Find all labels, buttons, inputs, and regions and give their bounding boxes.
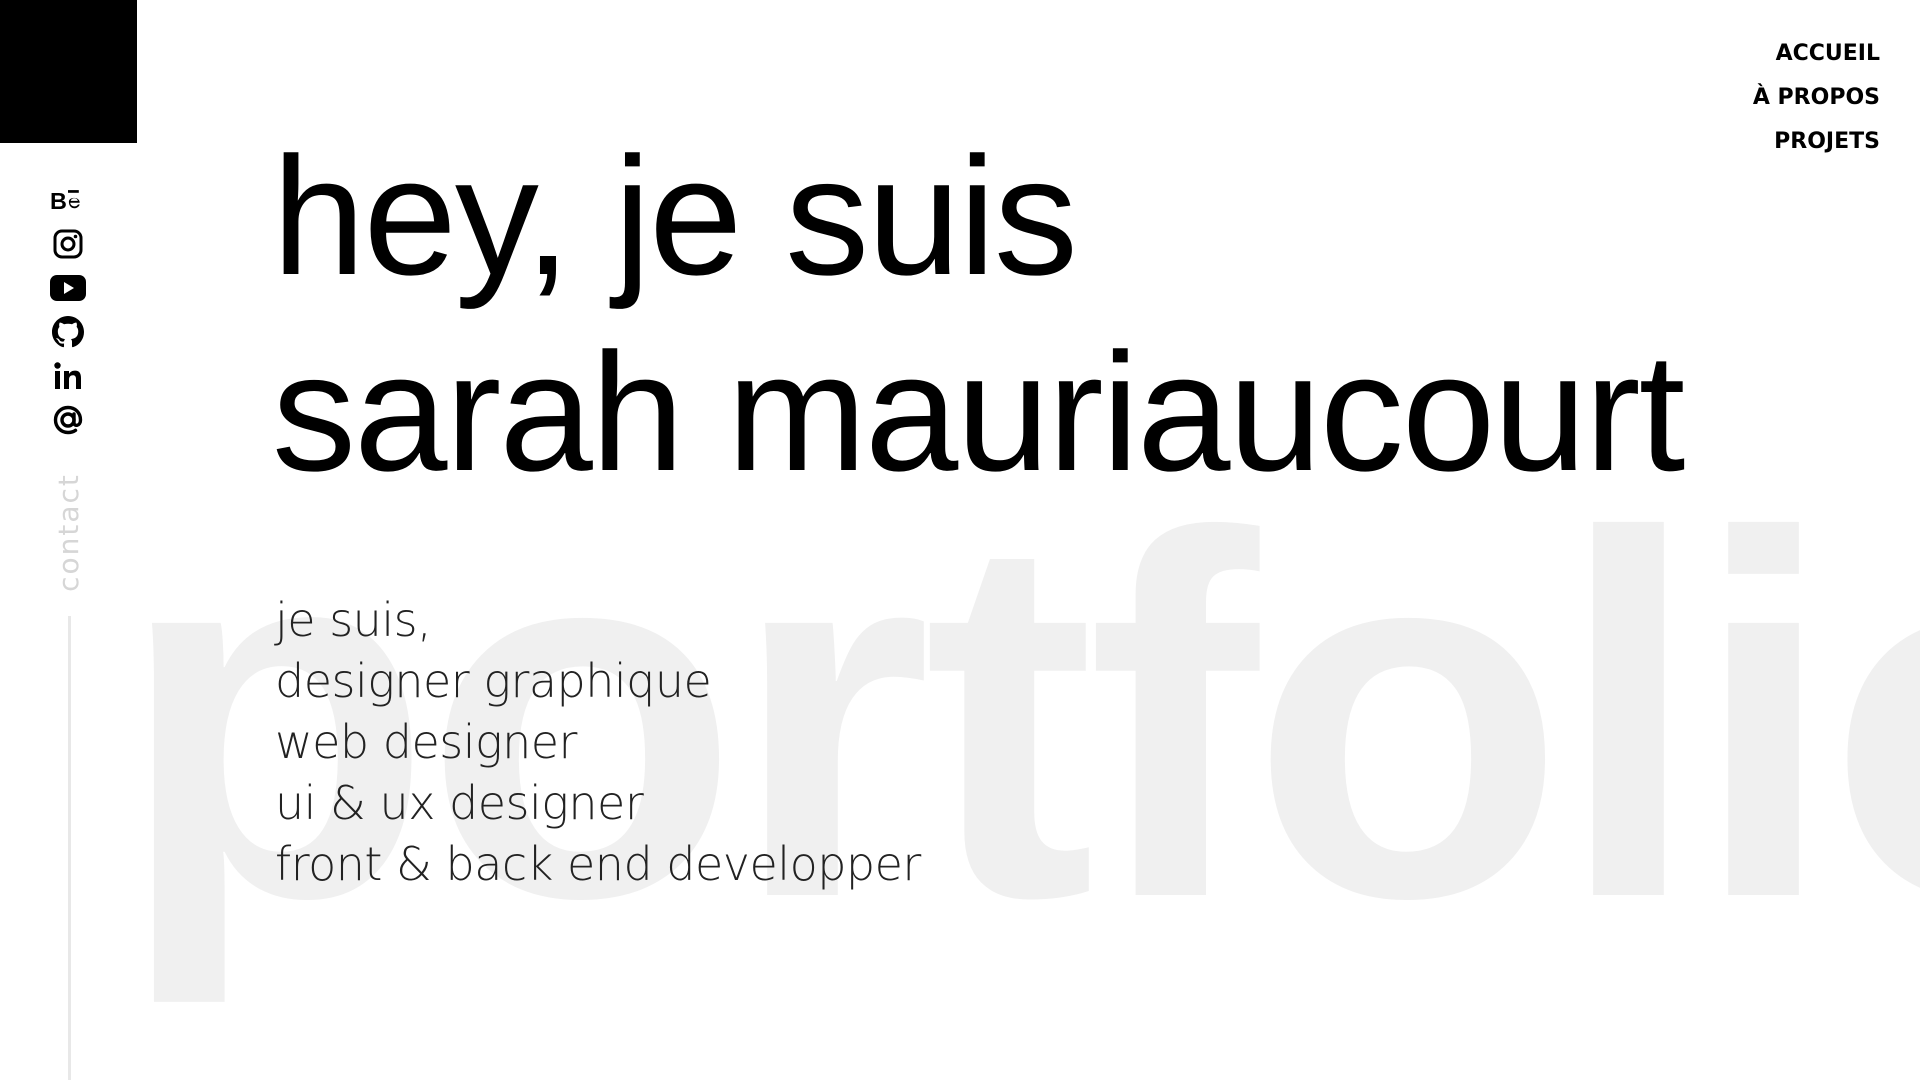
github-icon[interactable] [50,310,86,354]
page: portfolio B [0,0,1920,1080]
main-nav: ACCUEIL À PROPOS PROJETS [1753,32,1880,164]
hero-line-greeting: hey, je suis [272,122,1078,310]
nav-item-a-propos[interactable]: À PROPOS [1753,76,1880,120]
svg-text:B: B [50,188,67,214]
social-links: B [48,178,88,442]
nav-item-projets[interactable]: PROJETS [1753,120,1880,164]
nav-item-accueil[interactable]: ACCUEIL [1753,32,1880,76]
at-sign-icon[interactable] [50,398,86,442]
role-item: web designer [275,715,577,769]
hero-heading: hey, je suis sarah mauriaucourt [272,118,1685,510]
contact-label: contact [51,472,85,592]
contact-divider-line [68,616,71,1080]
roles-list: je suis, designer graphique web designer… [275,590,921,895]
behance-icon[interactable]: B [50,178,86,222]
roles-intro: je suis, [275,593,432,647]
role-item: front & back end developper [275,837,921,891]
hero-line-name: sarah mauriaucourt [272,318,1685,506]
contact-link[interactable]: contact [48,472,88,592]
instagram-icon[interactable] [50,222,86,266]
youtube-icon[interactable] [50,266,86,310]
role-item: designer graphique [275,654,712,708]
role-item: ui & ux designer [275,776,644,830]
logo-block[interactable] [0,0,137,143]
linkedin-icon[interactable] [50,354,86,398]
